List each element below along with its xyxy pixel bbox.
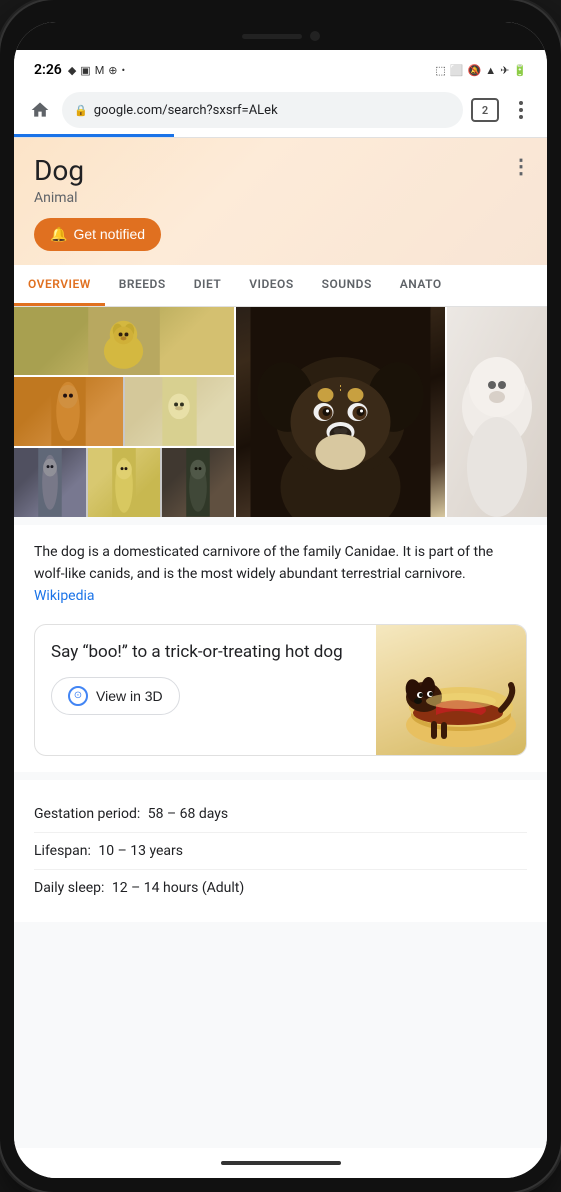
fact-sleep: Daily sleep: 12 – 14 hours (Adult) <box>34 870 527 906</box>
fact-value-lifespan: 10 – 13 years <box>98 843 183 859</box>
browser-chrome: 🔒 google.com/search?sxsrf=ALek 2 <box>14 86 547 138</box>
gmail-icon: M <box>95 64 105 77</box>
bell-icon: 🔔 <box>50 226 67 243</box>
page-content[interactable]: ⋮ Dog Animal 🔔 Get notified OVERVIEW BRE… <box>14 138 547 1148</box>
fact-label-gestation: Gestation period: <box>34 806 144 822</box>
wikipedia-link[interactable]: Wikipedia <box>34 588 95 604</box>
wifi-icon: ▲ <box>485 64 496 77</box>
get-notified-button[interactable]: 🔔 Get notified <box>34 218 161 251</box>
url-text: google.com/search?sxsrf=ALek <box>94 103 278 118</box>
fun-card: Say “boo!” to a trick-or-treating hot do… <box>34 624 527 756</box>
diamond-icon: ◆ <box>68 64 76 77</box>
phone-screen: 2:26 ◆ ▣ M ⊕ • ⬚ ⬜ 🔕 ▲ ✈ 🔋 <box>14 22 547 1178</box>
view3d-label: View in 3D <box>96 688 163 704</box>
dog-image-right[interactable] <box>447 307 547 517</box>
fact-gestation: Gestation period: 58 – 68 days <box>34 796 527 833</box>
mute-icon: 🔕 <box>467 64 481 77</box>
info-card: The dog is a domesticated carnivore of t… <box>14 525 547 772</box>
notch-area <box>14 22 547 50</box>
dot2 <box>519 108 523 112</box>
dot-icon: • <box>122 64 126 77</box>
front-camera <box>310 31 320 41</box>
fact-value-gestation: 58 – 68 days <box>148 806 228 822</box>
dog-images-row2 <box>14 377 234 446</box>
home-indicator <box>14 1148 547 1178</box>
tab-videos[interactable]: VIDEOS <box>235 265 307 306</box>
tab-overview[interactable]: OVERVIEW <box>14 265 105 306</box>
fact-value-sleep: 12 – 14 hours (Adult) <box>112 880 244 896</box>
fact-label-lifespan: Lifespan: <box>34 843 94 859</box>
entity-title: Dog <box>34 154 527 188</box>
view-in-3d-button[interactable]: ⊙ View in 3D <box>51 677 180 715</box>
dog-image-6[interactable] <box>14 448 86 517</box>
phone-frame: 2:26 ◆ ▣ M ⊕ • ⬚ ⬜ 🔕 ▲ ✈ 🔋 <box>0 0 561 1192</box>
dog-image-8[interactable] <box>162 448 234 517</box>
address-bar[interactable]: 🔒 google.com/search?sxsrf=ALek <box>62 92 463 128</box>
dog-image-1[interactable] <box>14 307 234 376</box>
tab-switcher-button[interactable]: 2 <box>471 98 499 122</box>
image-section <box>14 307 547 517</box>
dog-image-7[interactable] <box>88 448 160 517</box>
notify-label: Get notified <box>73 226 145 242</box>
tabs-bar: OVERVIEW BREEDS DIET VIDEOS SOUNDS ANATO <box>14 265 547 307</box>
facts-section: Gestation period: 58 – 68 days Lifespan:… <box>14 780 547 922</box>
tab-sounds[interactable]: SOUNDS <box>308 265 386 306</box>
dot1 <box>519 101 523 105</box>
3d-icon: ⊙ <box>68 686 88 706</box>
dog-images-row3 <box>14 448 234 517</box>
more-options-button[interactable] <box>507 96 535 124</box>
dot3 <box>519 115 523 119</box>
home-button[interactable] <box>26 96 54 124</box>
fact-label-sleep: Daily sleep: <box>34 880 108 896</box>
status-icons-left: ◆ ▣ M ⊕ • <box>68 64 125 77</box>
entity-more-button[interactable]: ⋮ <box>511 154 531 178</box>
fun-card-image <box>376 625 526 755</box>
image-col-left <box>14 307 234 517</box>
status-right: ⬚ ⬜ 🔕 ▲ ✈ 🔋 <box>435 64 527 77</box>
dog-image-2[interactable] <box>14 377 123 446</box>
dog-image-main[interactable] <box>236 307 445 517</box>
cast-status-icon: ⬚ <box>435 64 445 77</box>
tab-anatomy[interactable]: ANATO <box>386 265 456 306</box>
screen-record-icon: ⬜ <box>450 64 464 77</box>
browser-toolbar: 🔒 google.com/search?sxsrf=ALek 2 <box>14 86 547 134</box>
image-grid <box>14 307 547 517</box>
description-text: The dog is a domesticated carnivore of t… <box>34 541 527 608</box>
fun-card-text: Say “boo!” to a trick-or-treating hot do… <box>35 625 376 755</box>
lock-icon: 🔒 <box>74 104 88 117</box>
knowledge-panel-header: ⋮ Dog Animal 🔔 Get notified <box>14 138 547 265</box>
fact-lifespan: Lifespan: 10 – 13 years <box>34 833 527 870</box>
fun-card-title: Say “boo!” to a trick-or-treating hot do… <box>51 641 360 665</box>
status-bar: 2:26 ◆ ▣ M ⊕ • ⬚ ⬜ 🔕 ▲ ✈ 🔋 <box>14 50 547 86</box>
dog-image-3[interactable] <box>125 377 234 446</box>
speaker <box>242 34 302 39</box>
page-load-progress <box>14 134 174 137</box>
tab-diet[interactable]: DIET <box>180 265 236 306</box>
entity-subtitle: Animal <box>34 190 527 206</box>
status-left: 2:26 ◆ ▣ M ⊕ • <box>34 62 125 78</box>
airplane-icon: ✈ <box>500 64 509 77</box>
status-time: 2:26 <box>34 62 62 78</box>
sim-icon: ▣ <box>80 64 90 77</box>
battery-icon: 🔋 <box>513 64 527 77</box>
home-bar <box>221 1161 341 1165</box>
tab-breeds[interactable]: BREEDS <box>105 265 180 306</box>
cast-icon: ⊕ <box>108 64 117 77</box>
